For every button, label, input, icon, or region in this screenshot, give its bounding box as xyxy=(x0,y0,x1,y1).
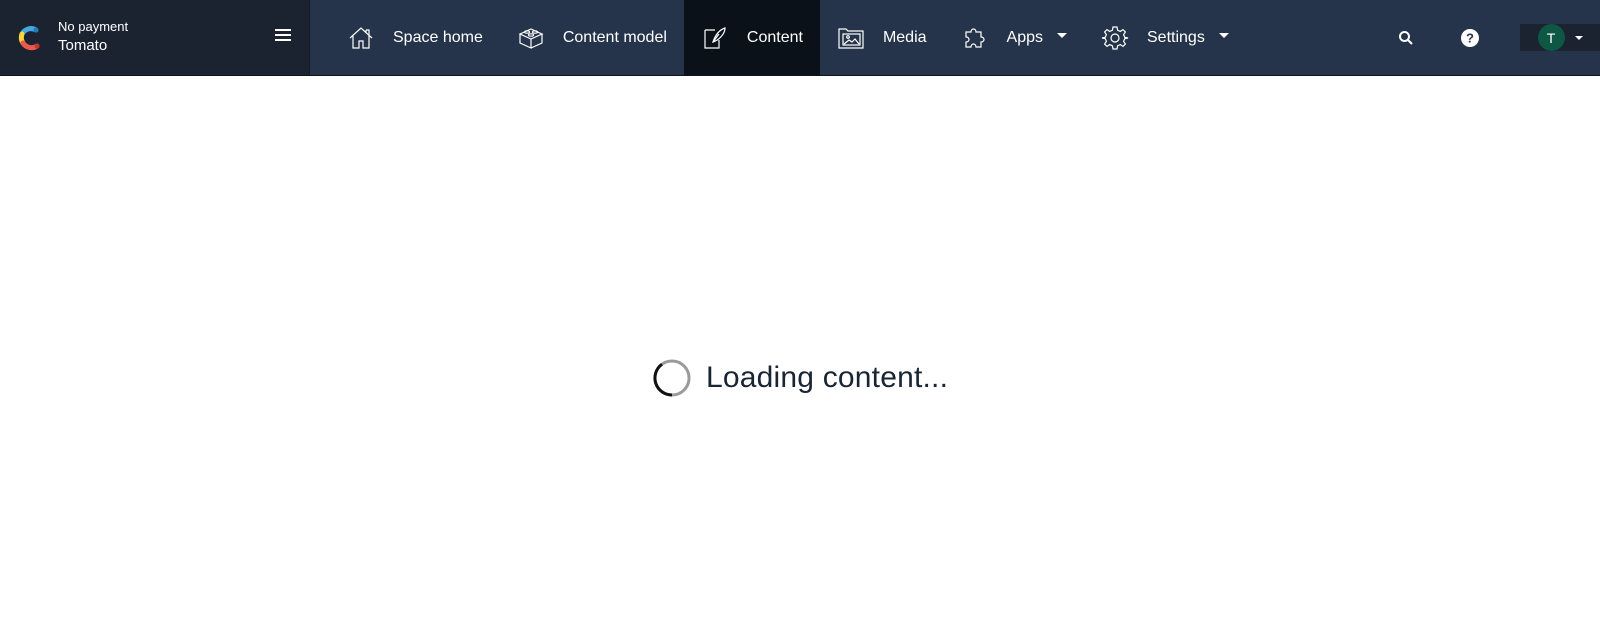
nav-item-apps[interactable]: Apps xyxy=(944,0,1084,75)
search-button[interactable] xyxy=(1374,0,1438,76)
contentful-logo-icon xyxy=(18,25,40,50)
space-info: No payment Tomato xyxy=(58,18,128,57)
home-icon xyxy=(349,26,373,49)
nav-label: Media xyxy=(882,28,927,46)
nav-label: Content xyxy=(746,28,803,46)
menu-icon[interactable] xyxy=(275,29,291,43)
avatar: T xyxy=(1537,24,1565,51)
header-tools: ? T xyxy=(1374,0,1600,75)
nav-item-space-home[interactable]: Space home xyxy=(330,0,500,75)
space-name: Tomato xyxy=(58,37,108,54)
main-nav: Space home Content model Content Media A… xyxy=(310,0,1374,75)
loading-indicator: Loading content... xyxy=(652,358,948,398)
nav-item-media[interactable]: Media xyxy=(820,0,944,75)
search-icon xyxy=(1399,30,1413,45)
nav-label: Settings xyxy=(1147,28,1205,46)
nav-label: Space home xyxy=(393,28,483,46)
space-switcher[interactable]: No payment Tomato xyxy=(0,0,310,75)
lego-block-icon xyxy=(518,27,544,49)
chevron-down-icon xyxy=(1574,35,1583,40)
chevron-down-icon xyxy=(1218,33,1229,38)
spinner-icon xyxy=(653,359,691,397)
help-button[interactable]: ? xyxy=(1438,0,1502,76)
help-icon: ? xyxy=(1461,28,1479,47)
environment-label: No payment xyxy=(58,19,129,34)
top-navigation-bar: No payment Tomato Space home Content mod… xyxy=(0,0,1600,76)
chevron-down-icon xyxy=(1057,33,1067,38)
nav-item-settings[interactable]: Settings xyxy=(1084,0,1246,75)
svg-text:?: ? xyxy=(1466,30,1474,45)
puzzle-icon xyxy=(964,27,985,48)
edit-content-icon xyxy=(704,26,726,49)
nav-label: Content model xyxy=(562,28,667,46)
nav-label: Apps xyxy=(1006,28,1043,46)
loading-text: Loading content... xyxy=(706,361,949,394)
account-menu[interactable]: T xyxy=(1520,24,1600,51)
gear-icon xyxy=(1101,25,1129,50)
nav-item-content-model[interactable]: Content model xyxy=(500,0,684,75)
media-folder-icon xyxy=(838,27,864,49)
nav-item-content[interactable]: Content xyxy=(683,0,820,75)
